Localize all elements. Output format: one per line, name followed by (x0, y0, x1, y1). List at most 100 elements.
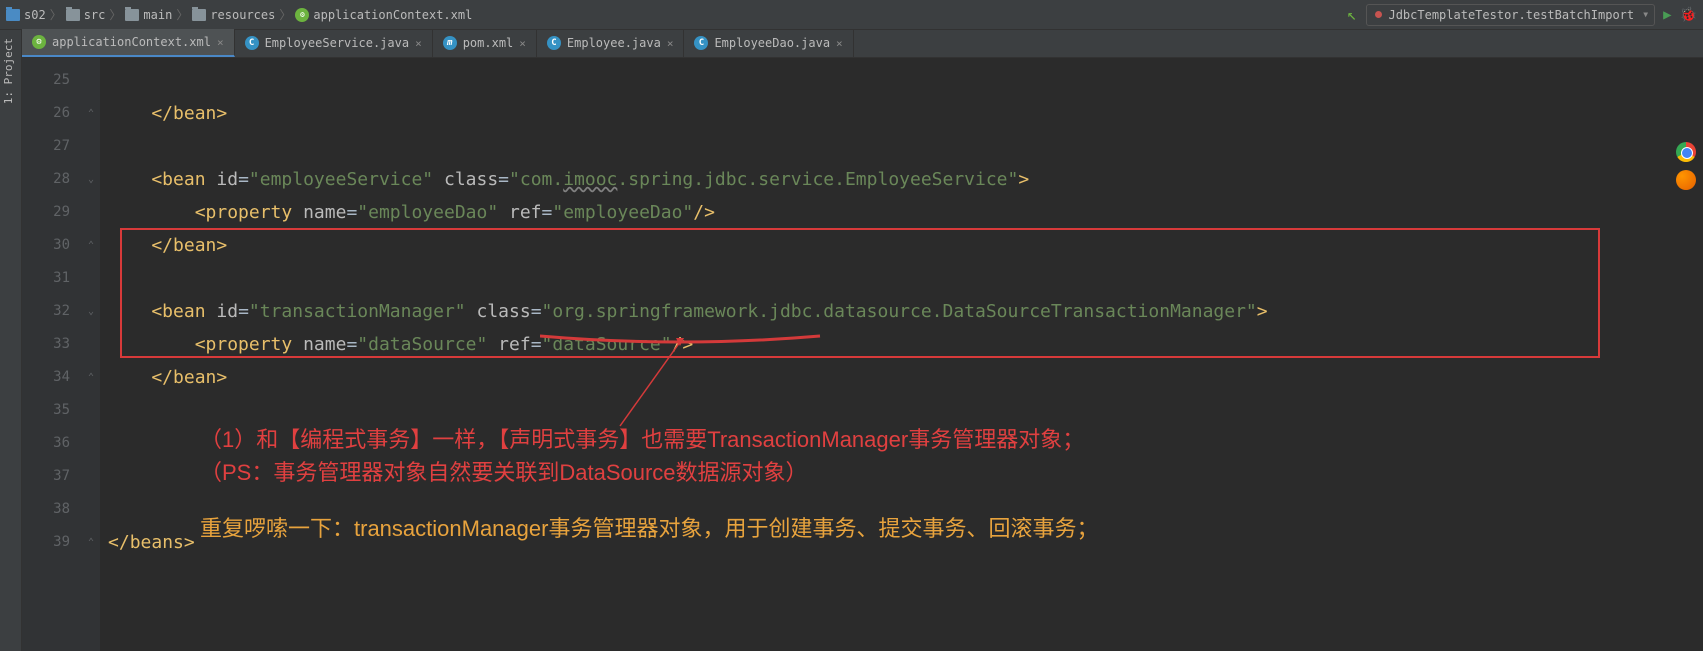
breadcrumb-file[interactable]: ⚙ applicationContext.xml (295, 8, 472, 22)
fold-marker[interactable]: ⌃ (82, 97, 100, 130)
fold-marker[interactable]: ⌃ (82, 526, 100, 559)
debug-button[interactable]: 🐞 (1680, 7, 1697, 23)
line-number: 39 (22, 526, 70, 559)
browser-preview-icons (1669, 138, 1703, 190)
breadcrumb-separator: 〉 (50, 6, 62, 23)
fold-marker[interactable] (82, 130, 100, 163)
spring-icon: ⚙ (32, 35, 46, 49)
code-line: <bean id="transactionManager" class="org… (100, 295, 1703, 328)
breadcrumb-separator: 〉 (279, 6, 291, 23)
left-sidebar: 1: Project (0, 30, 22, 651)
line-number: 30 (22, 229, 70, 262)
line-number: 32 (22, 295, 70, 328)
line-number: 26 (22, 97, 70, 130)
tab-label: Employee.java (567, 36, 661, 50)
code-line: <property name="employeeDao" ref="employ… (100, 196, 1703, 229)
breadcrumb-main[interactable]: main (125, 8, 172, 22)
close-icon[interactable]: × (519, 37, 526, 50)
breadcrumb-label: applicationContext.xml (313, 8, 472, 22)
run-config-label: JdbcTemplateTestor.testBatchImport (1388, 8, 1634, 22)
fold-gutter: ⌃ ⌄ ⌃ ⌄ ⌃ ⌃ (82, 58, 100, 651)
code-line (100, 262, 1703, 295)
tab-employee[interactable]: C Employee.java × (537, 29, 685, 57)
close-icon[interactable]: × (667, 37, 674, 50)
code-line (100, 130, 1703, 163)
chrome-icon[interactable] (1676, 142, 1696, 162)
code-line: </bean> (100, 229, 1703, 262)
tab-pom[interactable]: m pom.xml × (433, 29, 537, 57)
spring-icon: ⚙ (295, 8, 309, 22)
close-icon[interactable]: × (217, 36, 224, 49)
line-number: 28 (22, 163, 70, 196)
sidebar-label-text: 1: Project (2, 38, 15, 104)
breadcrumb-label: src (84, 8, 106, 22)
fold-marker[interactable] (82, 64, 100, 97)
fold-marker[interactable] (82, 427, 100, 460)
run-button[interactable]: ▶ (1663, 7, 1671, 23)
tab-label: pom.xml (463, 36, 514, 50)
tab-label: applicationContext.xml (52, 35, 211, 49)
java-class-icon: C (694, 36, 708, 50)
run-status-icon (1375, 11, 1382, 18)
code-line: </bean> (100, 361, 1703, 394)
fold-marker[interactable]: ⌃ (82, 229, 100, 262)
line-number: 25 (22, 64, 70, 97)
toolbar-right: ↖ JdbcTemplateTestor.testBatchImport ▶ 🐞 (1345, 4, 1697, 26)
annotation-text-3: 重复啰嗦一下：transactionManager事务管理器对象，用于创建事务、… (200, 512, 1098, 545)
fold-marker[interactable] (82, 262, 100, 295)
line-number: 29 (22, 196, 70, 229)
line-number: 27 (22, 130, 70, 163)
code-line (100, 559, 1703, 592)
close-icon[interactable]: × (415, 37, 422, 50)
fold-marker[interactable] (82, 328, 100, 361)
annotation-text-1: （1）和【编程式事务】一样，【声明式事务】也需要TransactionManag… (200, 423, 1084, 456)
java-class-icon: C (547, 36, 561, 50)
code-line: <property name="dataSource" ref="dataSou… (100, 328, 1703, 361)
fold-marker[interactable] (82, 460, 100, 493)
breadcrumb-label: main (143, 8, 172, 22)
breadcrumb-s02[interactable]: s02 (6, 8, 46, 22)
java-class-icon: C (245, 36, 259, 50)
fold-marker[interactable]: ⌄ (82, 163, 100, 196)
maven-icon: m (443, 36, 457, 50)
fold-marker[interactable] (82, 196, 100, 229)
fold-marker[interactable] (82, 394, 100, 427)
firefox-icon[interactable] (1676, 170, 1696, 190)
line-number: 36 (22, 427, 70, 460)
tab-label: EmployeeService.java (265, 36, 410, 50)
fold-marker[interactable]: ⌃ (82, 361, 100, 394)
editor[interactable]: 25 26 27 28 29 30 31 32 33 34 35 36 37 3… (22, 58, 1703, 651)
folder-icon (192, 9, 206, 21)
line-number-gutter: 25 26 27 28 29 30 31 32 33 34 35 36 37 3… (22, 58, 82, 651)
close-icon[interactable]: × (836, 37, 843, 50)
line-number: 37 (22, 460, 70, 493)
breadcrumb-separator: 〉 (176, 6, 188, 23)
project-tool-window-tab[interactable]: 1: Project (0, 30, 17, 112)
fold-marker[interactable] (82, 559, 100, 592)
run-configuration-dropdown[interactable]: JdbcTemplateTestor.testBatchImport (1366, 4, 1655, 26)
tab-applicationcontext[interactable]: ⚙ applicationContext.xml × (22, 29, 235, 57)
breadcrumb-label: s02 (24, 8, 46, 22)
fold-marker[interactable] (82, 493, 100, 526)
breadcrumb-src[interactable]: src (66, 8, 106, 22)
breadcrumb-label: resources (210, 8, 275, 22)
code-content[interactable]: </bean> <bean id="employeeService" class… (100, 58, 1703, 651)
tab-label: EmployeeDao.java (714, 36, 830, 50)
code-line (100, 64, 1703, 97)
breadcrumb-separator: 〉 (109, 6, 121, 23)
breadcrumb-resources[interactable]: resources (192, 8, 275, 22)
folder-icon (6, 9, 20, 21)
top-toolbar: s02 〉 src 〉 main 〉 resources 〉 ⚙ applica… (0, 0, 1703, 30)
folder-icon (125, 9, 139, 21)
annotation-text-2: （PS：事务管理器对象自然要关联到DataSource数据源对象） (200, 456, 808, 489)
line-number: 34 (22, 361, 70, 394)
code-line: </bean> (100, 97, 1703, 130)
folder-icon (66, 9, 80, 21)
tab-employeedao[interactable]: C EmployeeDao.java × (684, 29, 853, 57)
fold-marker[interactable]: ⌄ (82, 295, 100, 328)
tab-employeeservice[interactable]: C EmployeeService.java × (235, 29, 433, 57)
line-number: 35 (22, 394, 70, 427)
back-arrow-icon[interactable]: ↖ (1345, 5, 1359, 24)
editor-tabs: ⚙ applicationContext.xml × C EmployeeSer… (22, 30, 1703, 58)
line-number: 31 (22, 262, 70, 295)
